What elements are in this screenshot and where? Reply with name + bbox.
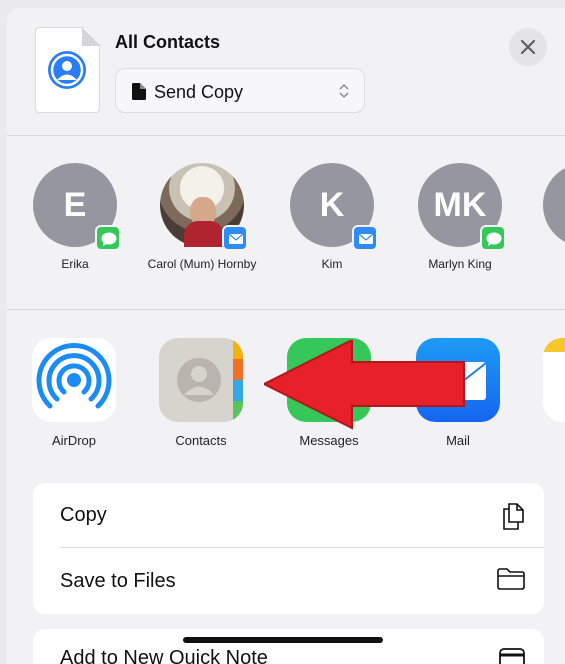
send-mode-value: Send Copy <box>154 82 244 102</box>
person-name: Erika <box>61 257 89 271</box>
close-button[interactable] <box>509 28 547 66</box>
mail-badge-icon <box>352 225 378 251</box>
home-indicator <box>183 637 383 643</box>
person-circle-icon <box>47 50 87 95</box>
action-label: Add to New Quick Note <box>60 647 268 664</box>
file-fold-corner <box>82 27 100 46</box>
action-group: Add to New Quick Note <box>33 629 544 664</box>
notes-app-icon-partial[interactable] <box>543 338 565 422</box>
action-label: Copy <box>60 504 107 526</box>
airdrop-icon <box>32 338 116 422</box>
row-separator <box>60 547 544 548</box>
avatar-photo <box>160 163 248 251</box>
action-group: Copy Save to Files <box>33 483 544 614</box>
person-kim[interactable]: K Kim <box>277 163 387 272</box>
copy-action[interactable]: Copy <box>33 483 544 548</box>
messages-badge-icon <box>480 225 506 251</box>
document-icon <box>132 83 146 105</box>
quick-note-icon <box>498 647 526 664</box>
header-divider <box>7 135 565 136</box>
app-airdrop[interactable]: AirDrop <box>24 338 124 448</box>
quick-note-action[interactable]: Add to New Quick Note <box>33 629 544 664</box>
app-contacts[interactable]: Contacts <box>151 338 251 448</box>
share-title: All Contacts <box>115 32 221 52</box>
people-divider <box>7 309 565 310</box>
share-sheet: All Contacts Send Copy E Erika Carol (Mu… <box>7 8 565 664</box>
save-to-files-action[interactable]: Save to Files <box>33 549 544 613</box>
person-marlyn-king[interactable]: MK Marlyn King <box>405 163 515 272</box>
avatar: K <box>290 163 378 251</box>
copy-icon <box>500 501 526 536</box>
action-label: Save to Files <box>60 570 176 592</box>
close-icon <box>520 39 536 55</box>
avatar: MK <box>418 163 506 251</box>
folder-icon <box>496 567 526 596</box>
app-label: Mail <box>446 433 470 448</box>
app-label: AirDrop <box>51 433 97 448</box>
mail-badge-icon <box>222 225 248 251</box>
person-name: Marlyn King <box>428 257 492 271</box>
person-erika[interactable]: E Erika <box>20 163 130 272</box>
messages-badge-icon <box>95 225 121 251</box>
person-name: Carol (Mum) Hornby <box>147 257 257 271</box>
app-label: Messages <box>299 433 359 448</box>
red-arrow-annotation <box>264 340 465 430</box>
contacts-app-icon <box>159 338 243 422</box>
person-name: Kim <box>321 257 343 271</box>
person-carol-hornby[interactable]: Carol (Mum) Hornby <box>147 163 257 272</box>
app-label: Contacts <box>175 433 227 448</box>
avatar-partial[interactable] <box>543 163 565 247</box>
avatar: E <box>33 163 121 251</box>
send-mode-select[interactable]: Send Copy <box>115 68 365 113</box>
up-down-chevron-icon <box>338 81 350 106</box>
